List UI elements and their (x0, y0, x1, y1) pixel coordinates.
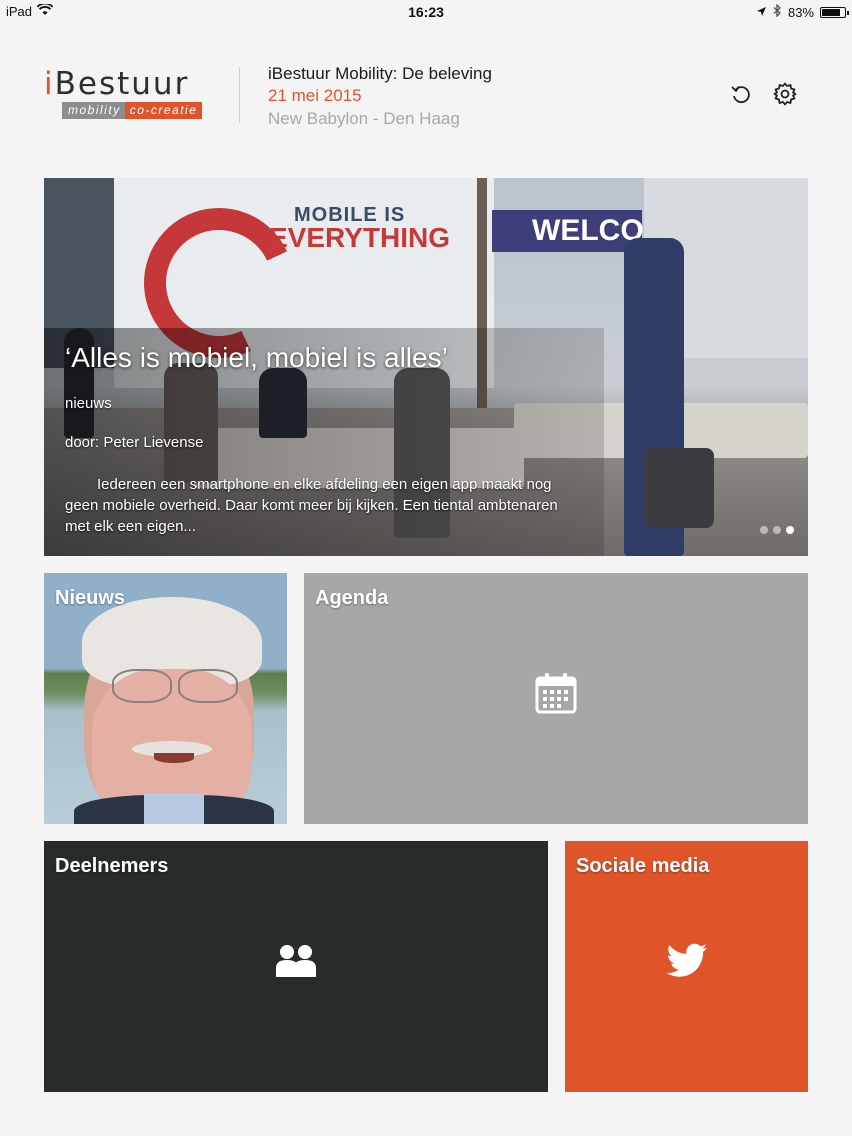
hero-article-author: door: Peter Lievense (65, 434, 204, 451)
event-title: iBestuur Mobility: De beleving (268, 64, 492, 83)
logo-letter-i: i (44, 66, 55, 102)
logo-tag-mobility: mobility (62, 102, 125, 119)
event-date: 21 mei 2015 (268, 86, 362, 105)
tile-agenda-label: Agenda (315, 587, 389, 609)
nieuws-photo-collar (144, 793, 204, 824)
hero-photo-sign-line2: EVERYTHING (269, 222, 450, 253)
featured-article-carousel[interactable]: MOBILE IS EVERYTHING WELCOM ‘Alles is mo… (44, 178, 808, 556)
tile-nieuws[interactable]: Nieuws (44, 573, 287, 824)
hero-article-excerpt: Iedereen een smartphone en elke afdeling… (65, 476, 558, 535)
header-divider (239, 67, 240, 123)
nieuws-photo-glasses (178, 669, 238, 703)
refresh-icon[interactable] (728, 81, 754, 107)
battery-fill (822, 8, 841, 16)
carousel-dot[interactable] (773, 526, 781, 534)
tile-sociale-media-label: Sociale media (576, 855, 710, 877)
hero-article-title[interactable]: ‘Alles is mobiel, mobiel is alles’ (65, 342, 448, 374)
tile-nieuws-label: Nieuws (55, 587, 126, 609)
hero-photo-welcome-sign: WELCOM (492, 210, 669, 252)
tile-agenda[interactable]: Agenda (304, 573, 808, 824)
battery-percentage: 83% (787, 4, 814, 20)
clock: 16:23 (408, 4, 444, 20)
tile-sociale-media[interactable]: Sociale media (565, 841, 808, 1092)
status-bar: iPad 16:23 83% (0, 0, 852, 24)
nieuws-photo-glasses (112, 669, 172, 703)
hero-article-category: nieuws (65, 395, 112, 412)
nieuws-photo-mouth (154, 753, 194, 763)
twitter-bird-icon (666, 943, 708, 984)
people-icon (275, 944, 317, 983)
hero-photo-bag (644, 448, 714, 528)
calendar-icon (535, 672, 577, 719)
battery-icon (820, 6, 849, 18)
settings-gear-icon[interactable] (772, 81, 798, 107)
ibestuur-logo: iBestuur mobility co-creatie (44, 68, 212, 124)
carousel-page-indicator[interactable] (760, 526, 794, 534)
carousel-dot-active[interactable] (786, 526, 794, 534)
event-location: New Babylon - Den Haag (268, 109, 460, 128)
bluetooth-icon (773, 3, 782, 20)
logo-tag-cocreatie: co-creatie (124, 102, 203, 119)
carousel-dot[interactable] (760, 526, 768, 534)
tile-deelnemers[interactable]: Deelnemers (44, 841, 548, 1092)
logo-tagline: mobility co-creatie (62, 102, 203, 119)
logo-word: Bestuur (54, 66, 190, 102)
location-arrow-icon (756, 5, 767, 20)
event-info: iBestuur Mobility: De beleving 21 mei 20… (268, 63, 492, 130)
tile-deelnemers-label: Deelnemers (55, 855, 169, 877)
